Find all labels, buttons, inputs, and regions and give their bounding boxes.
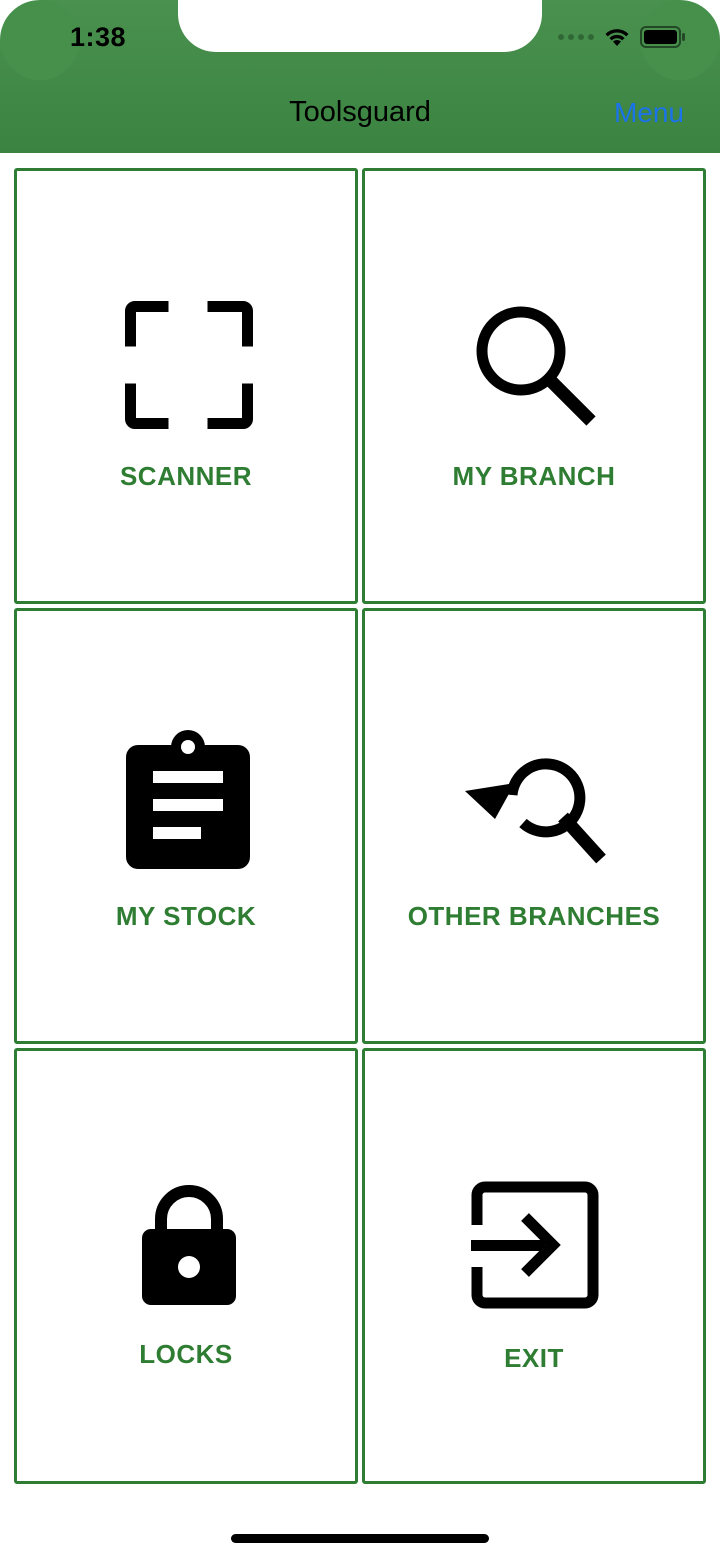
menu-button[interactable]: Menu xyxy=(614,97,684,129)
page-title: Toolsguard xyxy=(289,96,431,128)
device-notch xyxy=(178,0,542,52)
screen-corner xyxy=(640,0,720,80)
tile-label: OTHER BRANCHES xyxy=(407,901,661,931)
search-history-icon xyxy=(465,758,606,864)
tile-locks[interactable]: LOCKS xyxy=(14,1048,358,1484)
lock-icon xyxy=(142,1185,236,1305)
screen-corner xyxy=(0,0,80,80)
tile-scanner[interactable]: SCANNER xyxy=(14,168,358,604)
clipboard-icon xyxy=(126,730,250,869)
battery-icon xyxy=(640,26,685,48)
wifi-icon xyxy=(605,29,629,46)
tile-my-stock[interactable]: MY STOCK xyxy=(14,608,358,1044)
exit-icon xyxy=(471,1181,599,1309)
scanner-icon xyxy=(125,301,253,429)
tile-label: LOCKS xyxy=(139,1339,233,1369)
tile-my-branch[interactable]: MY BRANCH xyxy=(362,168,706,604)
tile-label: MY BRANCH xyxy=(452,461,616,491)
cellular-signal-icon xyxy=(558,34,594,40)
status-time: 1:38 xyxy=(70,22,127,52)
status-icons xyxy=(558,26,686,48)
tile-label: MY STOCK xyxy=(115,901,257,931)
tile-exit[interactable]: EXIT xyxy=(362,1048,706,1484)
app-header: 1:38 Toolsguard Menu xyxy=(0,0,720,153)
home-indicator[interactable] xyxy=(231,1534,489,1543)
tile-label: EXIT xyxy=(504,1343,564,1373)
tile-label: SCANNER xyxy=(119,461,253,491)
search-icon xyxy=(476,306,596,426)
tile-other-branches[interactable]: OTHER BRANCHES xyxy=(362,608,706,1044)
